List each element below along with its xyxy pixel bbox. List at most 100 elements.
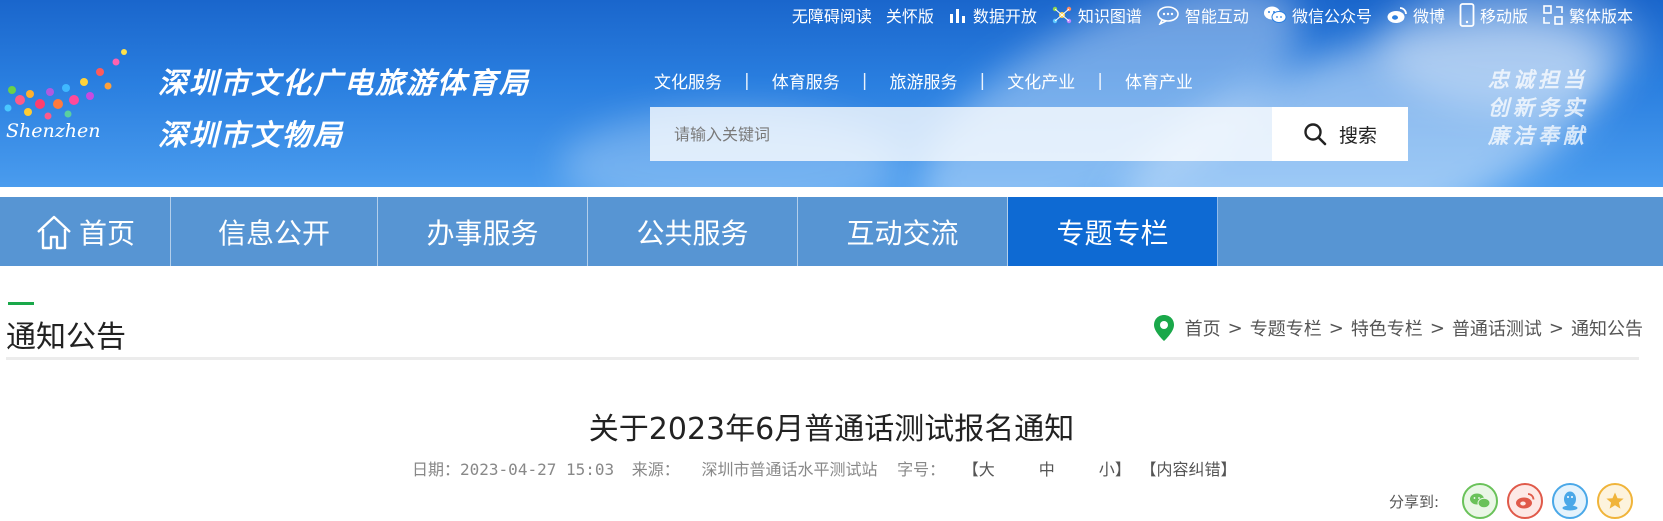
bar-chart-icon — [949, 9, 965, 23]
accessibility-link[interactable]: 无障碍阅读 — [792, 3, 872, 27]
search-bar: 搜索 — [650, 107, 1408, 161]
breadcrumb-home[interactable]: 首页 — [1185, 315, 1221, 341]
nav-home[interactable]: 首页 — [0, 197, 171, 266]
subnav-separator: | — [861, 70, 868, 91]
weibo-icon — [1516, 493, 1535, 509]
share-wechat-button[interactable] — [1462, 483, 1498, 519]
font-size-bracket-close: 】 — [1114, 460, 1131, 479]
breadcrumb-putonghua-test[interactable]: 普通话测试 — [1452, 315, 1542, 341]
main-nav: 首页 信息公开 办事服务 公共服务 互动交流 专题专栏 — [0, 197, 1663, 266]
breadcrumb-featured[interactable]: 特色专栏 — [1351, 315, 1423, 341]
font-size-small[interactable]: 小 — [1099, 460, 1115, 479]
nav-home-label: 首页 — [78, 216, 135, 250]
font-size-bracket-open: 【 — [962, 460, 979, 479]
shenzhen-logo[interactable]: Shenzhen — [0, 42, 140, 164]
breadcrumb-separator: > — [1328, 317, 1344, 339]
share-qq-button[interactable] — [1552, 483, 1588, 519]
breadcrumb-special-topics[interactable]: 专题专栏 — [1250, 315, 1322, 341]
wechat-account-link[interactable]: 微信公众号 — [1263, 3, 1372, 27]
qq-icon — [1562, 491, 1578, 511]
traditional-chinese-link[interactable]: 繁体版本 — [1542, 3, 1633, 27]
subnav-tourism-service[interactable]: 旅游服务 — [889, 68, 957, 93]
page: 无障碍阅读 关怀版 数据开放 知识图谱 智能互动 微信公众号 微博 移动版 繁体… — [0, 0, 1663, 521]
subnav-separator: | — [744, 70, 750, 91]
breadcrumb-separator: > — [1548, 317, 1564, 339]
breadcrumb-notices[interactable]: 通知公告 — [1571, 315, 1643, 341]
section-divider — [6, 357, 1639, 360]
utility-bar: 无障碍阅读 关怀版 数据开放 知识图谱 智能互动 微信公众号 微博 移动版 繁体… — [778, 2, 1633, 28]
publish-date: 2023-04-27 15:03 — [460, 460, 615, 479]
care-version-label: 关怀版 — [885, 7, 934, 26]
smart-interaction-link[interactable]: 智能互动 — [1156, 3, 1249, 27]
subnav-separator: | — [979, 70, 986, 91]
section-title: 通知公告 — [6, 320, 126, 355]
nav-info-disclosure[interactable]: 信息公开 — [171, 197, 378, 266]
nav-interaction-label: 互动交流 — [846, 216, 959, 250]
article-meta: 日期：2023-04-27 15:03 来源： 深圳市普通话水平测试站 字号： … — [412, 456, 1236, 480]
date-label: 日期： — [412, 460, 461, 479]
font-size-large[interactable]: 大 — [979, 460, 995, 479]
accessibility-label: 无障碍阅读 — [791, 7, 872, 26]
traditional-chinese-icon — [1543, 5, 1563, 25]
site-header: 无障碍阅读 关怀版 数据开放 知识图谱 智能互动 微信公众号 微博 移动版 繁体… — [0, 0, 1663, 187]
smart-interaction-label: 智能互动 — [1184, 7, 1249, 26]
breadcrumb: 首页 > 专题专栏 > 特色专栏 > 普通话测试 > 通知公告 — [1153, 314, 1643, 342]
mobile-icon — [1459, 3, 1475, 27]
traditional-chinese-label: 繁体版本 — [1568, 7, 1633, 26]
weibo-icon — [1387, 7, 1407, 23]
weibo-link[interactable]: 微博 — [1386, 3, 1445, 27]
care-version-link[interactable]: 关怀版 — [886, 3, 934, 27]
favorite-star-icon — [1606, 492, 1624, 509]
nav-special-topics-label: 专题专栏 — [1056, 216, 1169, 250]
wechat-icon — [1470, 493, 1491, 509]
section-accent-bar — [8, 302, 34, 305]
open-data-label: 数据开放 — [972, 7, 1037, 26]
nav-special-topics[interactable]: 专题专栏 — [1008, 197, 1218, 266]
subnav-sports-service[interactable]: 体育服务 — [772, 68, 840, 93]
mobile-version-link[interactable]: 移动版 — [1459, 3, 1528, 27]
nav-info-disclosure-label: 信息公开 — [217, 216, 330, 250]
nav-public-service[interactable]: 公共服务 — [588, 197, 798, 266]
org-name-primary: 深圳市文化广电旅游体育局 — [158, 66, 531, 100]
chat-bubble-icon — [1157, 6, 1179, 25]
breadcrumb-separator: > — [1227, 317, 1243, 339]
subnav-sports-industry[interactable]: 体育产业 — [1125, 68, 1193, 93]
wechat-icon — [1263, 6, 1287, 23]
nav-services[interactable]: 办事服务 — [378, 197, 588, 266]
subnav-separator: | — [1097, 70, 1103, 91]
slogan: 忠诚担当 创新务实 廉洁奉献 — [1488, 66, 1588, 150]
wechat-account-label: 微信公众号 — [1291, 7, 1372, 26]
share-bar: 分享到: — [1389, 483, 1633, 519]
search-button[interactable]: 搜索 — [1272, 107, 1408, 161]
source-value: 深圳市普通话水平测试站 — [701, 460, 878, 479]
slogan-line: 廉洁奉献 — [1488, 123, 1588, 148]
location-pin-icon — [1153, 315, 1174, 341]
knowledge-graph-label: 知识图谱 — [1077, 7, 1142, 26]
search-button-label: 搜索 — [1338, 124, 1377, 147]
slogan-line: 创新务实 — [1488, 95, 1588, 120]
slogan-line: 忠诚担当 — [1488, 67, 1588, 92]
nav-public-service-label: 公共服务 — [636, 216, 749, 250]
content-correction-link[interactable]: 【内容纠错】 — [1140, 460, 1236, 479]
font-size-medium[interactable]: 中 — [1039, 460, 1055, 479]
share-weibo-button[interactable] — [1507, 483, 1543, 519]
weibo-label: 微博 — [1412, 7, 1445, 26]
font-size-label: 字号： — [897, 460, 946, 479]
service-subnav: 文化服务 | 体育服务 | 旅游服务 | 文化产业 | 体育产业 — [654, 68, 1193, 94]
source-label: 来源： — [631, 460, 680, 479]
knowledge-graph-link[interactable]: 知识图谱 — [1051, 3, 1142, 27]
knowledge-graph-icon — [1052, 6, 1072, 24]
home-icon — [37, 215, 71, 249]
open-data-link[interactable]: 数据开放 — [948, 3, 1037, 27]
subnav-culture-service[interactable]: 文化服务 — [654, 68, 722, 93]
breadcrumb-separator: > — [1429, 317, 1445, 339]
nav-interaction[interactable]: 互动交流 — [798, 197, 1008, 266]
share-favorite-button[interactable] — [1597, 483, 1633, 519]
mobile-version-label: 移动版 — [1479, 7, 1528, 26]
search-input[interactable] — [650, 107, 1272, 161]
article-title: 关于2023年6月普通话测试报名通知 — [588, 412, 1075, 447]
search-icon — [1304, 123, 1327, 146]
nav-services-label: 办事服务 — [426, 216, 539, 250]
org-name-secondary: 深圳市文物局 — [158, 118, 345, 152]
subnav-culture-industry[interactable]: 文化产业 — [1007, 68, 1075, 93]
